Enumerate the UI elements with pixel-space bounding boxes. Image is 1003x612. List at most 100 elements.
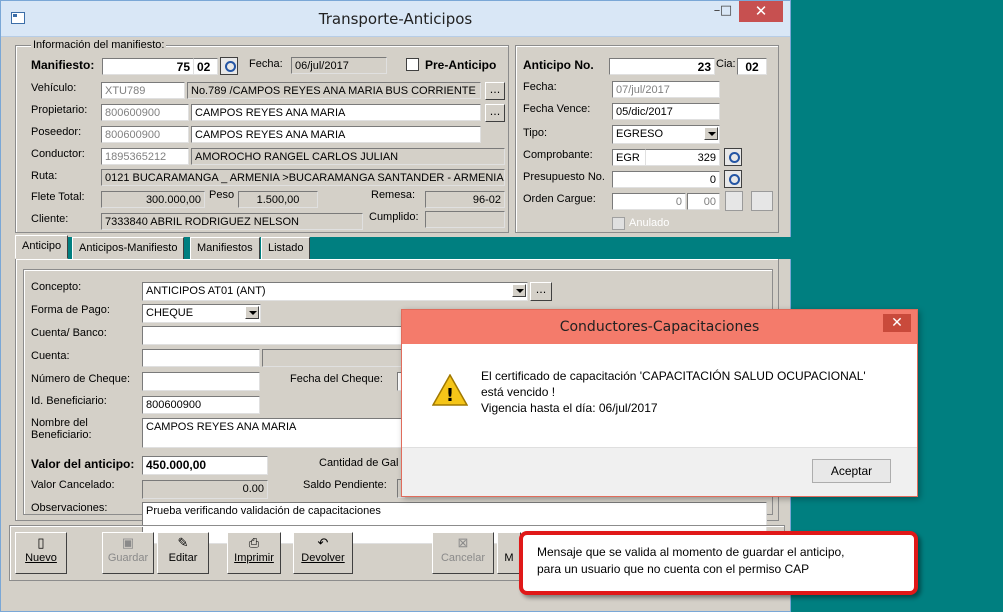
cuenta-banco-field[interactable]: [142, 326, 404, 345]
guardar-button[interactable]: ▣ Guardar: [102, 532, 154, 574]
anticipo-no-field[interactable]: 23: [609, 58, 715, 75]
dialog-message-line1: El certificado de capacitación 'CAPACITA…: [481, 369, 866, 383]
tipo-dropdown-icon[interactable]: [704, 127, 718, 140]
dialog-message-line2: está vencido !: [481, 385, 556, 399]
tab-anticipos-manifiesto[interactable]: Anticipos-Manifiesto: [72, 237, 185, 259]
anticipo-no-label: Anticipo No.: [523, 58, 594, 72]
aceptar-button[interactable]: Aceptar: [812, 459, 891, 483]
dialog-footer: Aceptar: [402, 447, 917, 496]
poseedor-nombre-field[interactable]: CAMPOS REYES ANA MARIA: [191, 126, 481, 143]
tipo-label: Tipo:: [523, 127, 548, 139]
peso-label: Peso: [209, 189, 235, 201]
tab-anticipo[interactable]: Anticipo: [15, 235, 69, 259]
remesa-field: 96-02: [425, 191, 505, 208]
numero-cheque-field[interactable]: [142, 372, 260, 391]
comprobante-tipo-field[interactable]: EGR: [612, 149, 646, 166]
anulado-label: Anulado: [629, 217, 670, 229]
presupuesto-list-icon[interactable]: [724, 170, 742, 188]
cia-field[interactable]: 02: [737, 58, 767, 75]
anulado-checkbox[interactable]: [612, 217, 625, 230]
cantidad-galones-label: Cantidad de Gal: [319, 457, 399, 469]
edit-icon: ✎: [177, 535, 189, 550]
anticipo-fecha-field[interactable]: 07/jul/2017: [612, 81, 720, 98]
manifiesto-search-icon[interactable]: [220, 57, 238, 75]
tipo-select[interactable]: EGRESO: [612, 125, 720, 144]
id-beneficiario-field[interactable]: 800600900: [142, 396, 260, 414]
tab-listado[interactable]: Listado: [261, 237, 311, 259]
cancelar-label: Cancelar: [440, 552, 486, 564]
cumplido-field: [425, 211, 505, 228]
valor-cancelado-field: 0.00: [142, 480, 268, 499]
more-label: M: [504, 552, 514, 564]
nombre-beneficiario-label: Nombre del Beneficiario:: [31, 417, 121, 441]
cumplido-label: Cumplido:: [369, 211, 419, 223]
tab-manifiestos[interactable]: Manifiestos: [190, 237, 260, 259]
imprimir-button[interactable]: ⎙ Imprimir: [227, 532, 281, 574]
manifiesto-code-field[interactable]: 02: [194, 58, 218, 75]
more-button[interactable]: M: [497, 532, 521, 574]
concepto-lookup-button[interactable]: ...: [530, 282, 552, 301]
dialog-title-bar: Conductores-Capacitaciones ✕: [402, 310, 917, 344]
valor-anticipo-field[interactable]: 450.000,00: [142, 456, 268, 475]
vehiculo-desc-field: No.789 /CAMPOS REYES ANA MARIA BUS CORRI…: [187, 82, 481, 99]
close-button[interactable]: ✕: [739, 1, 783, 22]
propietario-nombre-field[interactable]: CAMPOS REYES ANA MARIA: [191, 104, 481, 121]
forma-pago-select[interactable]: CHEQUE: [142, 304, 261, 323]
numero-cheque-label: Número de Cheque:: [31, 373, 131, 385]
annotation-line2: para un usuario que no cuenta con el per…: [537, 562, 810, 576]
orden-doc-icon[interactable]: [725, 191, 743, 211]
comprobante-no-field[interactable]: 329: [646, 149, 720, 166]
imprimir-label: Imprimir: [234, 552, 274, 564]
poseedor-label: Poseedor:: [31, 126, 82, 138]
maximize-button[interactable]: □: [713, 1, 739, 22]
concepto-select[interactable]: ANTICIPOS AT01 (ANT): [142, 282, 528, 301]
cancelar-button[interactable]: ⊠ Cancelar: [432, 532, 494, 574]
annotation-callout: Mensaje que se valida al momento de guar…: [519, 531, 918, 595]
vehiculo-label: Vehículo:: [31, 82, 77, 94]
dialog-title: Conductores-Capacitaciones: [559, 319, 760, 335]
manifiesto-number-field[interactable]: 75: [102, 58, 194, 75]
concepto-dropdown-icon[interactable]: [512, 284, 526, 297]
ruta-field: 0121 BUCARAMANGA _ ARMENIA >BUCARAMANGA …: [101, 169, 505, 186]
fecha-vence-field[interactable]: 05/dic/2017: [612, 103, 720, 120]
annotation-text: Mensaje que se valida al momento de guar…: [537, 544, 845, 578]
id-beneficiario-label: Id. Beneficiario:: [31, 395, 107, 407]
poseedor-id-field[interactable]: 800600900: [101, 126, 189, 143]
dialog-close-button[interactable]: ✕: [883, 314, 911, 332]
flete-field: 300.000,00: [101, 191, 205, 208]
editar-button[interactable]: ✎ Editar: [157, 532, 209, 574]
save-disk-icon: ▣: [121, 535, 135, 550]
presupuesto-field[interactable]: 0: [612, 171, 720, 188]
forma-pago-label: Forma de Pago:: [31, 304, 110, 316]
propietario-id-field[interactable]: 800600900: [101, 104, 189, 121]
guardar-label: Guardar: [107, 552, 149, 564]
pre-anticipo-checkbox[interactable]: [406, 58, 419, 71]
comprobante-search-icon[interactable]: [724, 148, 742, 166]
concepto-value: ANTICIPOS AT01 (ANT): [146, 285, 266, 297]
devolver-label: Devolver: [301, 552, 345, 564]
editar-label: Editar: [168, 552, 198, 564]
cliente-label: Cliente:: [31, 213, 69, 225]
tipo-value: EGRESO: [616, 128, 664, 140]
dialog-message-line3: Vigencia hasta el día: 06/jul/2017: [481, 401, 658, 415]
propietario-lookup-button[interactable]: ...: [485, 104, 505, 122]
nombre-beneficiario-field[interactable]: CAMPOS REYES ANA MARIA: [142, 418, 404, 448]
orden-code-field[interactable]: 00: [687, 193, 720, 210]
forma-pago-dropdown-icon[interactable]: [245, 306, 259, 319]
vehiculo-lookup-button[interactable]: ...: [485, 82, 505, 100]
devolver-button[interactable]: ↶ Devolver: [293, 532, 353, 574]
conductor-id-field[interactable]: 1895365212: [101, 148, 189, 165]
orden-cargue-field[interactable]: 0: [612, 193, 686, 210]
comprobante-label: Comprobante:: [523, 149, 593, 161]
nuevo-button[interactable]: ▯ Nuevo: [15, 532, 67, 574]
cuenta-field[interactable]: [142, 349, 260, 367]
nombre-beneficiario-label-text: Nombre del Beneficiario:: [31, 417, 92, 441]
orden-grid-icon[interactable]: [751, 191, 773, 211]
window-title: Transporte-Anticipos: [318, 10, 473, 28]
ruta-label: Ruta:: [31, 170, 58, 182]
cia-label: Cia:: [716, 58, 736, 70]
conductor-label: Conductor:: [31, 148, 85, 160]
main-window: Transporte-Anticipos – □ ✕ Información d…: [0, 0, 792, 612]
vehiculo-placa-field[interactable]: XTU789: [101, 82, 185, 99]
saldo-pendiente-label: Saldo Pendiente:: [303, 479, 387, 491]
